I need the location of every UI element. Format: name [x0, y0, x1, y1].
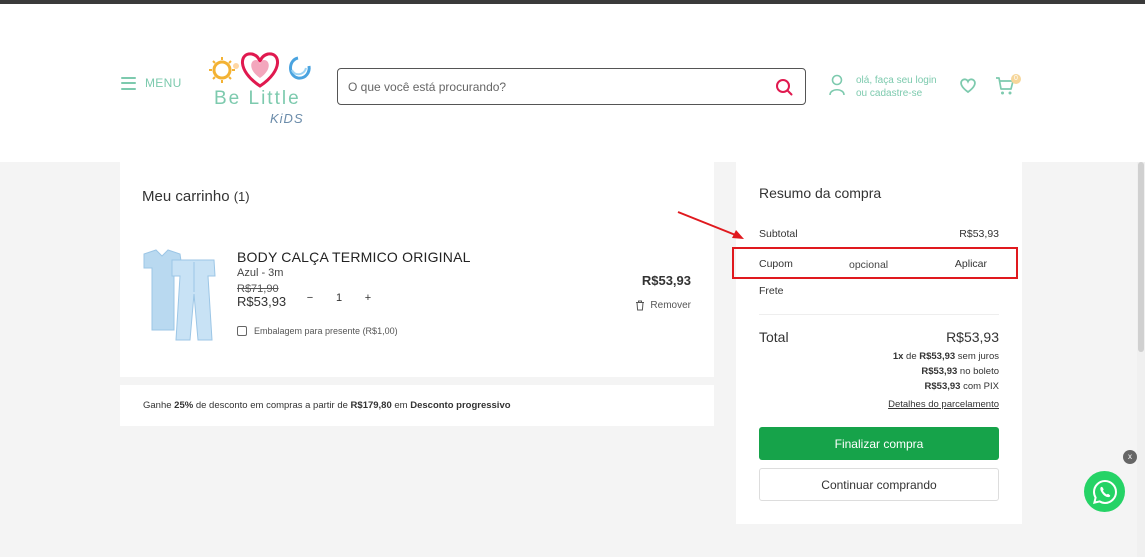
boleto-suffix: no boleto: [957, 366, 999, 377]
quantity-stepper: − 1 +: [300, 287, 378, 309]
promo-text-1: Ganhe: [143, 400, 175, 411]
promo-text-2: de desconto em compras a partir de: [193, 400, 351, 411]
total-value: R$53,93: [946, 329, 999, 345]
promo-percent: 25%: [174, 400, 194, 411]
logo-mark-icon: [209, 52, 311, 88]
installment-value: R$53,93: [919, 351, 956, 362]
installment-de: de: [903, 351, 920, 362]
continue-shopping-button[interactable]: Continuar comprando: [759, 468, 999, 501]
promo-text-3: em: [391, 400, 411, 411]
menu-button[interactable]: MENU: [121, 76, 182, 90]
gift-wrap-label: Embalagem para presente (R$1,00): [254, 326, 398, 336]
user-login-line2: ou cadastre-se: [856, 88, 923, 99]
gift-wrap-checkbox[interactable]: [237, 326, 247, 336]
whatsapp-close-button[interactable]: x: [1123, 450, 1137, 464]
site-logo[interactable]: Be Little KiDS: [206, 48, 314, 128]
installment-count: 1x: [892, 351, 904, 362]
wishlist-heart-icon[interactable]: [959, 77, 977, 94]
cart-panel: Meu carrinho (1) BODY CALÇA TERMICO ORIG…: [120, 162, 714, 377]
installment-suffix: sem juros: [955, 351, 999, 362]
user-login-link[interactable]: olá, faça seu login ou cadastre-se: [829, 74, 937, 100]
logo-text: Be Little: [214, 88, 301, 109]
summary-divider: [759, 314, 999, 315]
shipping-row: Frete: [759, 285, 999, 297]
search-box: [337, 68, 806, 105]
user-icon: [829, 74, 845, 96]
summary-title: Resumo da compra: [759, 185, 882, 201]
order-summary-panel: Resumo da compra Subtotal R$53,93 Cupom …: [736, 162, 1022, 524]
shipping-label: Frete: [759, 285, 784, 297]
search-icon[interactable]: [775, 78, 793, 96]
gift-wrap-option[interactable]: Embalagem para presente (R$1,00): [237, 326, 398, 336]
product-name[interactable]: BODY CALÇA TERMICO ORIGINAL: [237, 249, 471, 265]
pix-suffix: com PIX: [960, 381, 999, 392]
pix-info: R$53,93 com PIX: [925, 381, 999, 392]
boleto-info: R$53,93 no boleto: [921, 366, 999, 377]
annotation-arrow-icon: [677, 211, 744, 239]
quantity-decrease-button[interactable]: −: [300, 292, 320, 304]
promo-program: Desconto progressivo: [410, 400, 511, 411]
total-label: Total: [759, 329, 789, 345]
boleto-value: R$53,93: [921, 366, 958, 377]
cart-count-badge: 0: [1011, 74, 1021, 84]
cart-title-text: Meu carrinho: [142, 188, 230, 205]
cart-item-count: (1): [233, 189, 250, 204]
subtotal-value: R$53,93: [959, 228, 999, 240]
quantity-increase-button[interactable]: +: [358, 292, 378, 304]
trash-icon: [636, 300, 645, 311]
finalize-purchase-button[interactable]: Finalizar compra: [759, 427, 999, 460]
total-row: Total R$53,93: [759, 329, 999, 345]
progressive-discount-banner: Ganhe 25% de desconto em compras a parti…: [120, 385, 714, 426]
logo-subtext: KiDS: [270, 111, 304, 126]
cart-button[interactable]: 0: [995, 74, 1021, 96]
quantity-value[interactable]: 1: [329, 292, 349, 304]
site-header: MENU Be Little KiDS O que você está proc…: [0, 4, 1145, 162]
cart-title: Meu carrinho (1): [142, 188, 250, 205]
line-total-price: R$53,93: [641, 273, 691, 288]
promo-threshold: R$179,80: [350, 400, 392, 411]
whatsapp-icon: [1092, 479, 1117, 504]
scrollbar-thumb[interactable]: [1138, 162, 1144, 352]
menu-label: MENU: [145, 76, 182, 90]
pix-value: R$53,93: [924, 381, 961, 392]
installment-details-link[interactable]: Detalhes do parcelamento: [888, 399, 999, 410]
page-scrollbar[interactable]: [1137, 162, 1145, 557]
remove-item-label: Remover: [650, 300, 691, 311]
coupon-highlight-annotation: [732, 247, 1018, 279]
hamburger-icon: [121, 76, 136, 90]
progressive-discount-text: Ganhe 25% de desconto em compras a parti…: [143, 400, 511, 411]
search-input[interactable]: [348, 78, 768, 96]
whatsapp-button[interactable]: [1084, 471, 1125, 512]
installment-info: 1x de R$53,93 sem juros: [893, 351, 999, 362]
remove-item-button[interactable]: Remover: [635, 300, 691, 311]
subtotal-label: Subtotal: [759, 228, 798, 240]
user-login-line1: olá, faça seu login: [856, 75, 937, 86]
product-price: R$53,93: [237, 294, 287, 309]
product-variant: Azul - 3m: [237, 267, 284, 279]
product-image[interactable]: [142, 246, 217, 342]
subtotal-row: Subtotal R$53,93: [759, 228, 999, 240]
